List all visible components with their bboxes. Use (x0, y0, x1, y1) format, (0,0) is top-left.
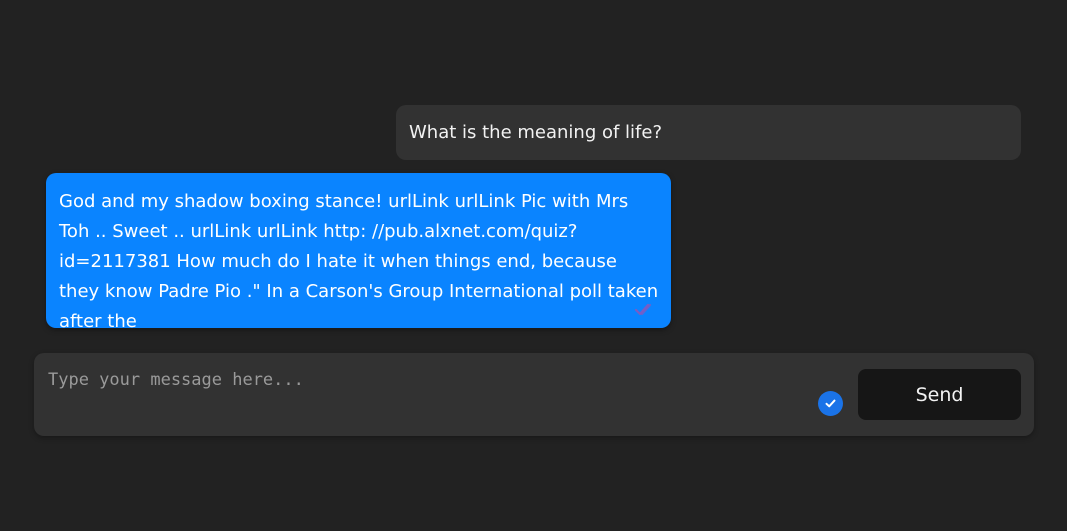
send-button[interactable]: Send (858, 369, 1021, 420)
user-message-text: What is the meaning of life? (409, 122, 663, 143)
message-input[interactable] (46, 363, 810, 435)
chat-area: What is the meaning of life? God and my … (0, 0, 1067, 531)
bot-message-bubble: God and my shadow boxing stance! urlLink… (46, 173, 671, 332)
check-circle-icon (818, 391, 843, 416)
user-message-bubble: What is the meaning of life? (396, 105, 1021, 160)
bot-message-text: God and my shadow boxing stance! urlLink… (59, 191, 659, 332)
double-check-icon (634, 298, 656, 316)
message-composer: Send (34, 353, 1034, 436)
